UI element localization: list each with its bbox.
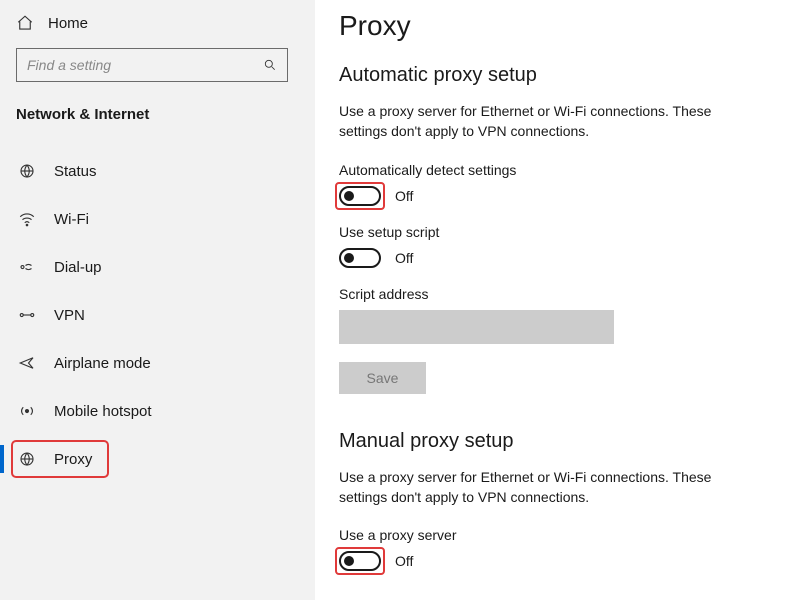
- airplane-icon: [18, 354, 40, 372]
- sidebar-item-hotspot[interactable]: Mobile hotspot: [16, 391, 299, 431]
- use-proxy-toggle[interactable]: [339, 551, 381, 571]
- sidebar: Home Network & Internet Status Wi-Fi: [0, 0, 315, 600]
- search-input[interactable]: [27, 57, 263, 73]
- section-title-manual: Manual proxy setup: [339, 430, 770, 453]
- use-proxy-state: Off: [395, 553, 413, 569]
- sidebar-item-proxy[interactable]: Proxy: [16, 439, 299, 479]
- vpn-icon: [18, 306, 40, 324]
- sidebar-item-label: Proxy: [54, 451, 92, 468]
- search-icon: [263, 58, 277, 72]
- dialup-icon: [18, 258, 40, 276]
- home-label: Home: [48, 15, 88, 32]
- auto-desc: Use a proxy server for Ethernet or Wi-Fi…: [339, 101, 749, 142]
- script-label: Use setup script: [339, 224, 770, 240]
- script-toggle[interactable]: [339, 248, 381, 268]
- address-label: Script address: [339, 286, 770, 302]
- search-box[interactable]: [16, 48, 288, 82]
- sidebar-item-wifi[interactable]: Wi-Fi: [16, 199, 299, 239]
- sidebar-item-label: VPN: [54, 307, 85, 324]
- content-area: Proxy Automatic proxy setup Use a proxy …: [315, 0, 794, 600]
- sidebar-item-label: Status: [54, 163, 97, 180]
- status-icon: [18, 162, 40, 180]
- manual-desc: Use a proxy server for Ethernet or Wi-Fi…: [339, 467, 749, 508]
- sidebar-item-label: Dial-up: [54, 259, 102, 276]
- detect-state: Off: [395, 188, 413, 204]
- page-title: Proxy: [339, 10, 770, 42]
- detect-label: Automatically detect settings: [339, 162, 770, 178]
- script-address-input[interactable]: [339, 310, 614, 344]
- use-proxy-label: Use a proxy server: [339, 527, 770, 543]
- sidebar-item-dialup[interactable]: Dial-up: [16, 247, 299, 287]
- detect-toggle[interactable]: [339, 186, 381, 206]
- sidebar-item-label: Wi-Fi: [54, 211, 89, 228]
- sidebar-item-airplane[interactable]: Airplane mode: [16, 343, 299, 383]
- category-title: Network & Internet: [16, 106, 299, 123]
- hotspot-icon: [18, 402, 40, 420]
- sidebar-item-label: Airplane mode: [54, 355, 151, 372]
- save-button[interactable]: Save: [339, 362, 426, 394]
- home-link[interactable]: Home: [16, 14, 299, 32]
- wifi-icon: [18, 210, 40, 228]
- sidebar-item-vpn[interactable]: VPN: [16, 295, 299, 335]
- sidebar-item-status[interactable]: Status: [16, 151, 299, 191]
- script-state: Off: [395, 250, 413, 266]
- home-icon: [16, 14, 36, 32]
- section-title-auto: Automatic proxy setup: [339, 64, 770, 87]
- proxy-icon: [18, 450, 40, 468]
- sidebar-item-label: Mobile hotspot: [54, 403, 152, 420]
